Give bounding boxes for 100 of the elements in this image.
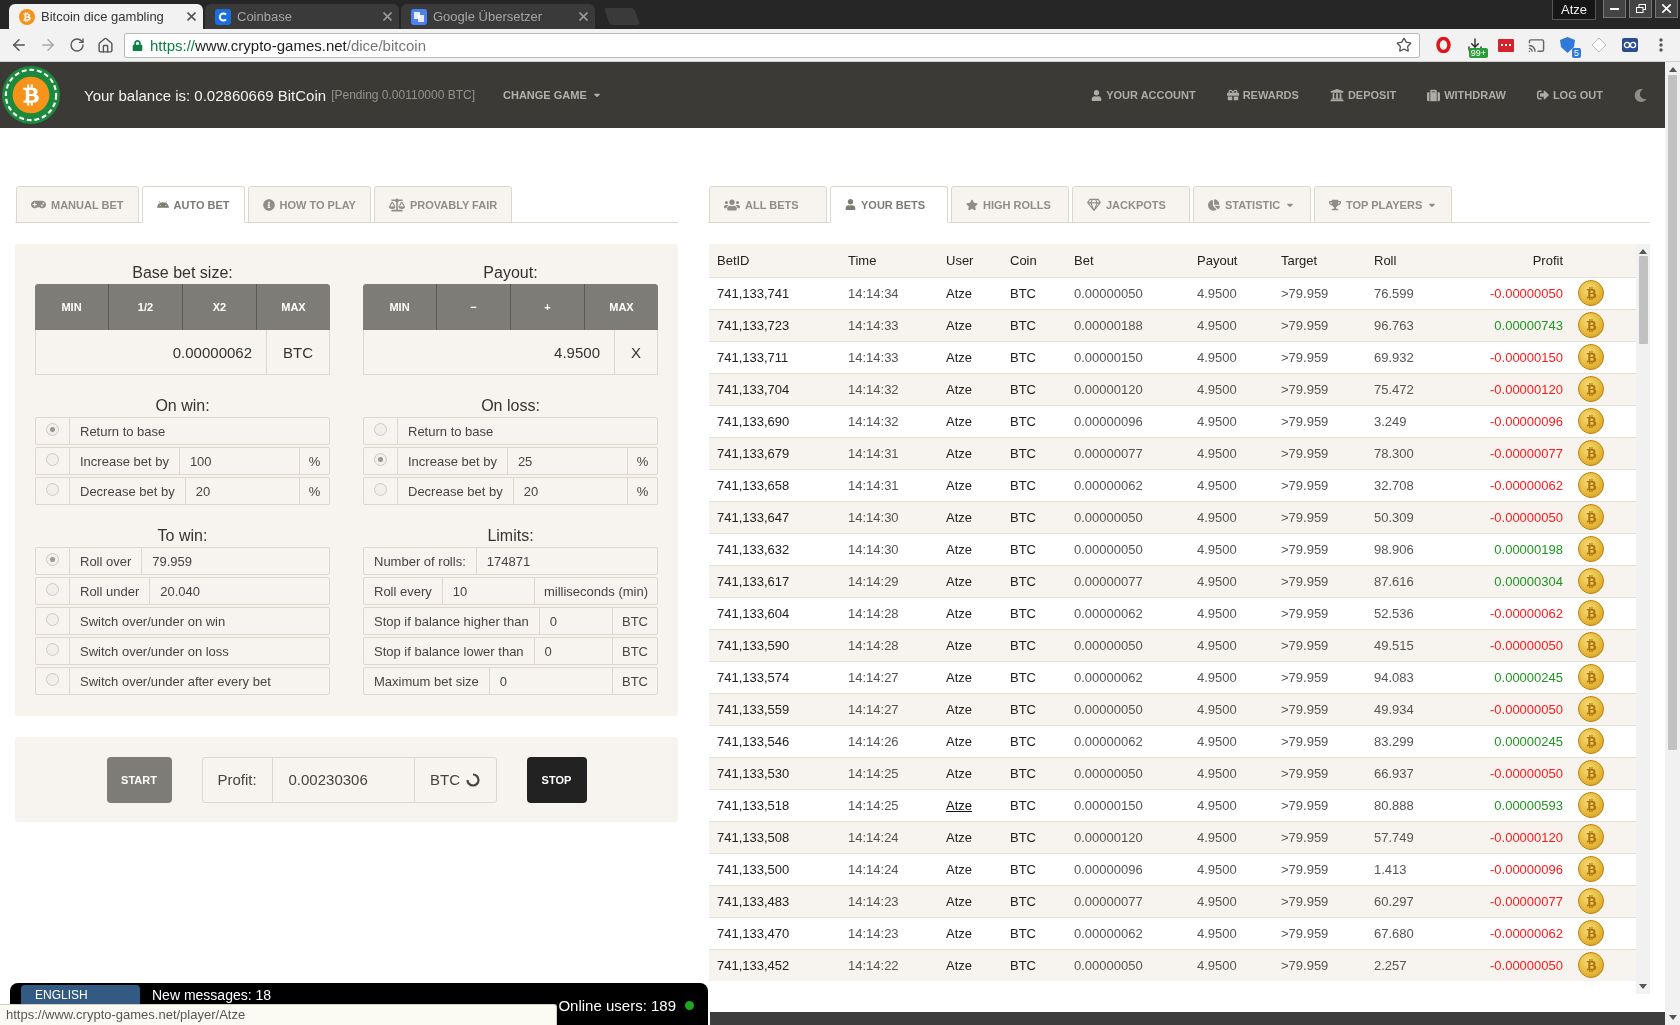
extension-button[interactable]: 99+ [1459, 31, 1490, 59]
scrollbar[interactable] [1665, 62, 1680, 1025]
start-button[interactable]: START [106, 756, 172, 803]
scrollbar-thumb[interactable] [1638, 256, 1648, 344]
user-link[interactable]: Atze [938, 597, 1002, 629]
table-cell: 0.00000062 [1066, 917, 1189, 949]
user-link[interactable]: Atze [938, 405, 1002, 437]
close-button[interactable] [1655, 0, 1678, 18]
input-field[interactable]: 20.040 [150, 578, 329, 604]
amount-button[interactable]: MAX [584, 284, 658, 330]
radio-button[interactable] [46, 673, 59, 686]
table-cell: 741,133,518 [709, 789, 840, 821]
stop-button[interactable]: STOP [526, 756, 587, 803]
input-field[interactable]: 0 [539, 608, 612, 634]
section-heading: On loss: [480, 396, 541, 416]
input-field[interactable]: 0 [534, 638, 612, 664]
scrollbar[interactable] [1636, 244, 1650, 994]
nav-link[interactable]: LOG OUT [1536, 89, 1603, 101]
language-tab[interactable]: ENGLISH [21, 985, 140, 1004]
star-icon[interactable] [1396, 37, 1412, 53]
radio-button[interactable] [374, 423, 387, 436]
user-link[interactable]: Atze [938, 373, 1002, 405]
table-cell: 0.00000062 [1066, 661, 1189, 693]
nav-link[interactable]: WITHDRAW [1427, 88, 1506, 102]
profile-button[interactable]: Atze [1552, 0, 1596, 20]
close-icon[interactable] [579, 12, 588, 21]
nav-link[interactable]: REWARDS [1226, 89, 1299, 101]
user-link[interactable]: Atze [938, 629, 1002, 661]
briefcase-icon [1427, 88, 1441, 102]
user-link[interactable]: Atze [938, 661, 1002, 693]
input-field[interactable]: 20 [185, 478, 299, 504]
table-cell: -0.00000050 [1463, 757, 1571, 789]
user-link[interactable]: Atze [938, 565, 1002, 597]
tab[interactable]: YOUR BETS [830, 186, 948, 223]
input-field[interactable]: 174871 [476, 548, 657, 574]
table-cell: >79.959 [1273, 853, 1366, 885]
table-cell: 4.9500 [1189, 501, 1273, 533]
user-link[interactable]: Atze [938, 789, 1002, 821]
nav-link[interactable]: DEPOSIT [1329, 88, 1397, 102]
table-cell: 0.00000062 [1066, 597, 1189, 629]
table-cell: 0.00000062 [1066, 725, 1189, 757]
amount-button[interactable]: MAX [256, 284, 330, 330]
scrollbar-thumb[interactable] [1668, 75, 1677, 750]
pie-chart-icon [1208, 198, 1220, 211]
radio-button[interactable] [46, 453, 59, 466]
user-link[interactable]: Atze [938, 821, 1002, 853]
user-link[interactable]: Atze [938, 949, 1002, 981]
radio-button[interactable] [46, 613, 59, 626]
user-link[interactable]: Atze [938, 693, 1002, 725]
restore-button[interactable] [1629, 0, 1652, 18]
robot-icon [156, 198, 169, 211]
radio-button[interactable] [46, 483, 59, 496]
minimize-button[interactable] [1603, 0, 1626, 18]
user-link[interactable]: Atze [938, 533, 1002, 565]
moon-icon[interactable] [1634, 88, 1647, 102]
radio-button[interactable] [46, 643, 59, 656]
tab[interactable]: AUTO BET [141, 186, 245, 223]
scroll-down-icon[interactable] [1668, 1015, 1677, 1020]
user-link[interactable]: Atze [938, 757, 1002, 789]
user-link[interactable]: Atze [938, 437, 1002, 469]
user-link[interactable]: Atze [938, 309, 1002, 341]
user-link[interactable]: Atze [938, 469, 1002, 501]
input-field[interactable]: 100 [179, 448, 299, 474]
browser-tab[interactable]: Coinbase [205, 4, 399, 29]
coin-icon [1578, 568, 1604, 594]
scroll-up-icon[interactable] [1668, 67, 1677, 72]
ring-icon [1436, 37, 1451, 53]
input-field[interactable]: 25 [507, 448, 627, 474]
coin-icon [1578, 920, 1604, 946]
user-link[interactable]: Atze [938, 725, 1002, 757]
scroll-up-icon[interactable] [1639, 249, 1647, 254]
input-field[interactable]: 20 [513, 478, 627, 504]
user-link[interactable]: Atze [938, 341, 1002, 373]
change-game-button[interactable]: CHANGE GAME [503, 89, 602, 101]
close-icon[interactable] [383, 12, 392, 21]
radio-button[interactable] [374, 453, 387, 466]
input-field[interactable]: 0 [489, 668, 612, 694]
browser-tab[interactable]: Bitcoin dice gambling [9, 4, 203, 29]
user-link[interactable]: Atze [938, 853, 1002, 885]
table-cell: 0.00000120 [1066, 821, 1189, 853]
user-link[interactable]: Atze [938, 885, 1002, 917]
browser-tab[interactable]: Google Übersetzer [401, 4, 595, 29]
coin-icon [1578, 504, 1604, 530]
diamond-icon [1591, 38, 1606, 52]
radio-button[interactable] [46, 583, 59, 596]
radio-button[interactable] [374, 483, 387, 496]
input-field[interactable]: 79.959 [142, 548, 329, 574]
address-bar[interactable]: https://www.crypto-games.net/dice/bitcoin [124, 32, 1420, 58]
user-link[interactable]: Atze [938, 277, 1002, 309]
user-link[interactable]: Atze [938, 917, 1002, 949]
radio-button[interactable] [46, 423, 59, 436]
table-cell: 96.763 [1366, 309, 1463, 341]
user-link[interactable]: Atze [938, 501, 1002, 533]
input-field[interactable]: 10 [442, 578, 534, 604]
scroll-down-icon[interactable] [1639, 984, 1647, 989]
table-cell: 0.00000096 [1066, 853, 1189, 885]
extension-button[interactable]: 5 [1552, 31, 1583, 59]
nav-link[interactable]: YOUR ACCOUNT [1091, 89, 1196, 101]
close-icon[interactable] [187, 12, 196, 21]
radio-button[interactable] [46, 553, 59, 566]
